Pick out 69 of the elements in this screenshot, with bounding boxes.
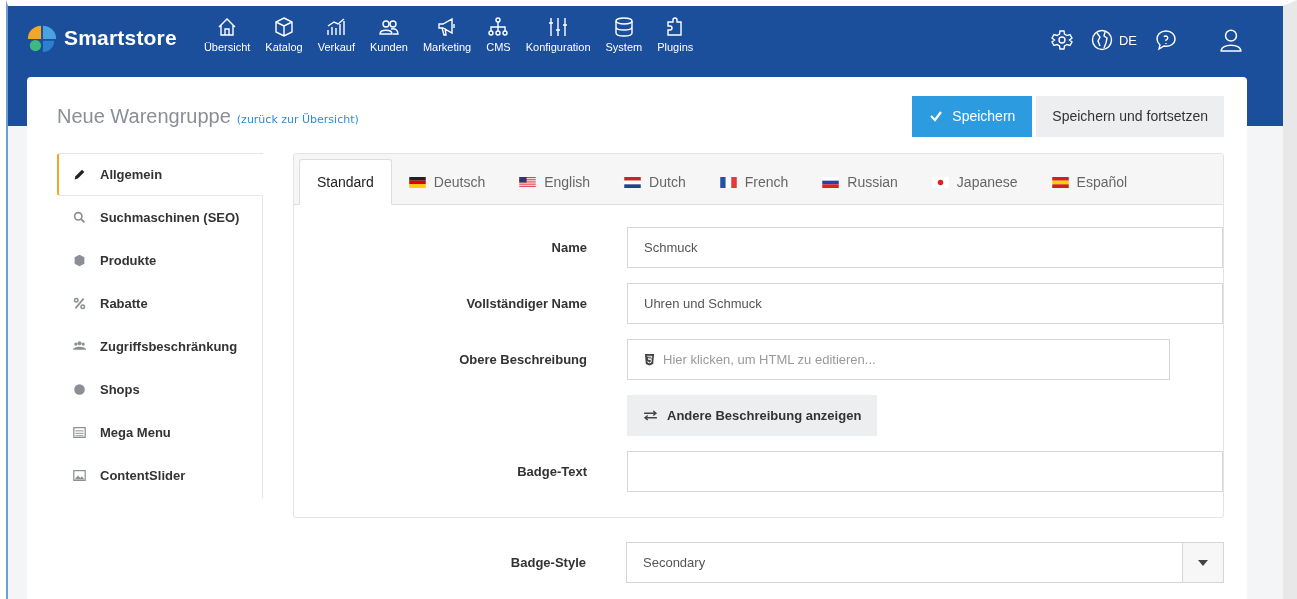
language-tab[interactable]: Dutch	[607, 159, 703, 205]
settings-icon[interactable]	[1050, 29, 1073, 51]
cube-icon	[73, 254, 86, 267]
toggle-description-button[interactable]: Andere Beschreibung anzeigen	[627, 395, 878, 436]
field-label: Obere Beschreibung	[459, 352, 587, 367]
nav-item[interactable]: Kunden	[363, 16, 415, 53]
image-icon	[73, 469, 86, 482]
sidebar-item[interactable]: Suchmaschinen (SEO)	[57, 196, 262, 239]
language-tab[interactable]: French	[702, 159, 806, 205]
globe-icon	[1090, 29, 1113, 51]
nav-item[interactable]: CMS	[479, 16, 518, 53]
check-icon	[929, 109, 944, 123]
text-field[interactable]: Uhren und Schmuck	[627, 283, 1223, 324]
nav-item[interactable]: Konfiguration	[518, 16, 598, 53]
field-label: Badge-Style	[510, 555, 586, 570]
cube-icon	[273, 16, 295, 38]
search-icon	[73, 211, 86, 224]
brand-name[interactable]: Smartstore	[64, 26, 177, 50]
text-field[interactable]	[627, 451, 1223, 492]
globe-icon	[73, 383, 86, 396]
flag-icon	[624, 176, 642, 188]
nav-item[interactable]: Verkauf	[310, 16, 362, 53]
bar-chart-icon	[325, 16, 348, 38]
html5-icon	[644, 353, 655, 366]
nav-item[interactable]: Übersicht	[196, 16, 258, 53]
sidebar-item[interactable]: Mega Menu	[57, 411, 262, 454]
field-label: Vollständiger Name	[466, 296, 587, 311]
sliders-icon	[547, 16, 570, 38]
page-title: Neue Warengruppe	[57, 104, 231, 128]
list-icon	[73, 426, 86, 439]
sidebar-item[interactable]: Allgemein	[57, 153, 263, 196]
language-tab[interactable]: Japanese	[914, 159, 1035, 205]
nav-item[interactable]: Marketing	[415, 16, 479, 53]
help-icon[interactable]	[1155, 29, 1177, 51]
language-tab[interactable]: Deutsch	[391, 159, 503, 205]
nav-item[interactable]: Plugins	[650, 16, 701, 53]
logo-icon	[26, 23, 58, 53]
flag-icon	[408, 176, 426, 188]
percent-icon	[73, 297, 86, 310]
flag-icon	[719, 176, 737, 188]
database-icon	[612, 16, 635, 38]
sidebar-item[interactable]: Produkte	[57, 239, 262, 282]
sidebar-item[interactable]: ContentSlider	[57, 454, 262, 497]
flag-icon	[822, 176, 840, 188]
save-continue-button[interactable]: Speichern und fortsetzen	[1036, 95, 1224, 137]
users-icon	[73, 340, 86, 353]
back-link[interactable]: (zurück zur Übersicht)	[236, 112, 359, 126]
language-tab[interactable]: English	[502, 159, 608, 205]
sidebar-item[interactable]: Rabatte	[57, 282, 262, 325]
field-label: Name	[551, 240, 587, 255]
flag-icon	[931, 176, 949, 188]
sidebar-item[interactable]: Zugriffsbeschränkung	[57, 325, 262, 368]
language-button[interactable]: DE	[1090, 29, 1137, 51]
badge-style-select[interactable]: Secondary	[626, 542, 1224, 583]
nav-item[interactable]: Katalog	[258, 16, 310, 53]
sitemap-icon	[487, 16, 510, 38]
flag-icon	[1051, 176, 1069, 188]
nav-item[interactable]: System	[598, 16, 650, 53]
language-tab[interactable]: Standard	[299, 159, 392, 205]
sidebar-item[interactable]: Shops	[57, 368, 262, 411]
text-field[interactable]: Schmuck	[627, 227, 1223, 268]
pencil-icon	[73, 168, 86, 181]
field-label: Badge-Text	[517, 464, 587, 479]
flag-icon	[519, 176, 537, 188]
swap-icon	[643, 410, 658, 421]
language-tab[interactable]: Español	[1034, 159, 1145, 205]
language-tab[interactable]: Russian	[805, 159, 915, 205]
caret-icon	[1198, 559, 1208, 566]
user-icon[interactable]	[1219, 28, 1243, 52]
